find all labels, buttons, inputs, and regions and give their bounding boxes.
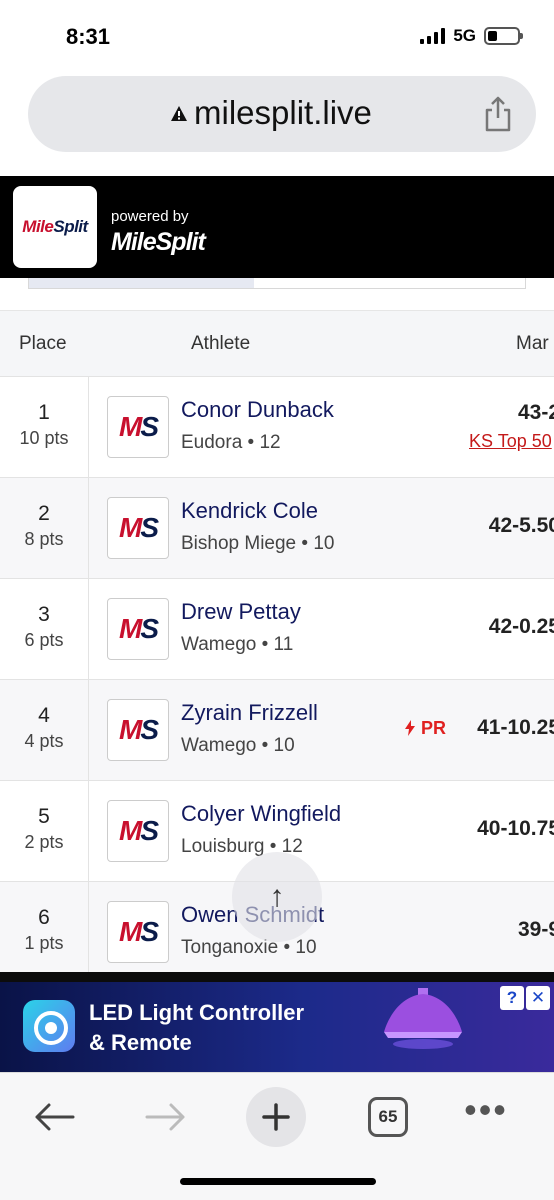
signal-icon	[420, 28, 446, 44]
team-logo: MS	[107, 598, 169, 660]
athlete-name[interactable]: Zyrain Frizzell	[181, 700, 318, 726]
place-points: 1 pts	[24, 933, 64, 953]
place-points: 8 pts	[24, 529, 64, 549]
ad-close-icon[interactable]: ✕	[526, 986, 550, 1010]
forward-button[interactable]	[136, 1087, 196, 1147]
place-points: 4 pts	[24, 731, 64, 751]
team-logo: MS	[107, 699, 169, 761]
team-logo-text: MS	[118, 916, 159, 947]
table-row[interactable]: 1 10 pts MS Conor Dunback Eudora • 12 43…	[0, 376, 554, 477]
place-number: 4	[38, 704, 50, 727]
plus-icon	[262, 1103, 290, 1131]
scroll-top-button[interactable]: ↑	[232, 852, 322, 942]
mark-value: 40-10.75	[477, 817, 554, 840]
place-cell: 1 10 pts	[0, 377, 89, 477]
mark-value: 43-2	[517, 401, 554, 424]
ad-title-line2: & Remote	[89, 1030, 192, 1055]
pr-label: PR	[421, 718, 447, 738]
ad-banner[interactable]: LED Light Controller & Remote ? ✕	[0, 972, 554, 1072]
url-text: milesplit.live	[194, 94, 372, 131]
ad-info-icon[interactable]: ?	[500, 986, 524, 1010]
athlete-name[interactable]: Kendrick Cole	[181, 498, 318, 524]
ad-content[interactable]: LED Light Controller & Remote ? ✕	[0, 982, 554, 1072]
mark-value: 42-0.25	[488, 615, 554, 638]
ranking-link[interactable]: KS Top 50	[469, 431, 552, 452]
place-cell: 5 2 pts	[0, 781, 89, 881]
place-number: 2	[38, 502, 50, 525]
place-cell: 4 4 pts	[0, 680, 89, 780]
place-number: 3	[38, 603, 50, 626]
arrow-right-icon	[145, 1103, 185, 1131]
more-dots-icon: •••	[464, 1089, 508, 1130]
mark-value: 42-5.50	[488, 514, 554, 537]
tabs-button[interactable]: 65	[358, 1087, 418, 1147]
tab-strip	[28, 278, 526, 289]
team-logo: MS	[107, 396, 169, 458]
logo-text: MileSplit	[22, 217, 88, 236]
app-icon	[23, 1000, 75, 1052]
place-cell: 2 8 pts	[0, 478, 89, 578]
place-number: 1	[38, 401, 50, 424]
address-bar[interactable]: milesplit.live	[28, 76, 536, 152]
ad-title-line1: LED Light Controller	[89, 1000, 305, 1025]
team-logo-text: MS	[118, 411, 159, 442]
new-tab-button[interactable]	[246, 1087, 306, 1147]
column-mark[interactable]: Mar	[516, 333, 549, 355]
warning-icon	[171, 106, 187, 121]
place-number: 5	[38, 805, 50, 828]
athlete-school: Wamego • 10	[181, 735, 295, 756]
tab-count: 65	[368, 1097, 408, 1137]
athlete-name[interactable]: Conor Dunback	[181, 397, 334, 423]
place-number: 6	[38, 906, 50, 929]
column-athlete[interactable]: Athlete	[191, 333, 250, 355]
share-icon[interactable]	[482, 96, 514, 132]
arrow-left-icon	[35, 1103, 75, 1131]
home-indicator	[180, 1178, 376, 1185]
table-row[interactable]: 2 8 pts MS Kendrick Cole Bishop Miege • …	[0, 477, 554, 578]
team-logo-text: MS	[118, 512, 159, 543]
back-button[interactable]	[24, 1087, 84, 1147]
place-points: 2 pts	[24, 832, 64, 852]
status-bar: 8:31 5G	[0, 0, 554, 70]
powered-by-label: powered by	[111, 208, 189, 225]
lamp-icon	[384, 988, 462, 1049]
team-logo: MS	[107, 800, 169, 862]
arrow-up-icon: ↑	[269, 880, 285, 913]
pr-badge: PR	[404, 718, 446, 739]
place-points: 6 pts	[24, 630, 64, 650]
site-header: MileSplit powered by MileSplit	[0, 176, 554, 278]
battery-icon	[484, 27, 523, 45]
tab-active-indicator[interactable]	[29, 278, 254, 288]
athlete-name[interactable]: Colyer Wingfield	[181, 801, 341, 827]
team-logo-text: MS	[118, 815, 159, 846]
athlete-school: Bishop Miege • 10	[181, 533, 335, 554]
place-cell: 6 1 pts	[0, 882, 89, 982]
network-type: 5G	[453, 26, 476, 45]
lightning-icon	[405, 720, 415, 736]
powered-by-brand: MileSplit	[111, 228, 206, 256]
team-logo-text: MS	[118, 613, 159, 644]
milesplit-logo[interactable]: MileSplit	[13, 186, 97, 268]
team-logo-text: MS	[118, 714, 159, 745]
status-time: 8:31	[66, 24, 111, 49]
table-row[interactable]: 3 6 pts MS Drew Pettay Wamego • 11 42-0.…	[0, 578, 554, 679]
team-logo: MS	[107, 901, 169, 963]
team-logo: MS	[107, 497, 169, 559]
ad-controls: ? ✕	[500, 986, 550, 1010]
athlete-school: Eudora • 12	[181, 432, 281, 453]
mark-value: 41-10.25	[477, 716, 554, 739]
mark-value: 39-9	[517, 918, 554, 941]
place-cell: 3 6 pts	[0, 579, 89, 679]
column-place[interactable]: Place	[19, 333, 67, 355]
athlete-school: Tonganoxie • 10	[181, 937, 317, 958]
athlete-school: Wamego • 11	[181, 634, 294, 655]
status-indicators: 5G	[420, 26, 523, 46]
athlete-name[interactable]: Drew Pettay	[181, 599, 301, 625]
table-header: Place Athlete Mar	[0, 310, 554, 376]
place-points: 10 pts	[19, 428, 69, 448]
table-row[interactable]: 4 4 pts MS Zyrain Frizzell Wamego • 10 P…	[0, 679, 554, 780]
menu-button[interactable]: •••	[456, 1087, 516, 1147]
